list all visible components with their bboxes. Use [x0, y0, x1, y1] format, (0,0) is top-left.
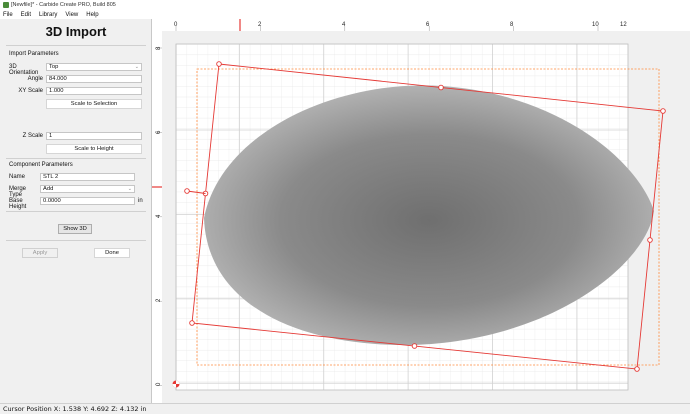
title-bar: [Newfile]* - Carbide Create PRO, Build 8…	[0, 0, 690, 10]
app-icon	[3, 2, 9, 8]
menu-bar: File Edit Library View Help	[0, 10, 690, 19]
left-ruler	[152, 19, 162, 403]
resize-handle[interactable]	[634, 366, 640, 372]
xy-scale-label: XY Scale	[18, 88, 43, 94]
orientation-select[interactable]: Top ⌄	[46, 63, 142, 71]
window-title: [Newfile]* - Carbide Create PRO, Build 8…	[11, 2, 116, 8]
scale-to-selection-button[interactable]: Scale to Selection	[46, 99, 142, 109]
orientation-label: 3D Orientation	[9, 64, 39, 76]
show-3d-button[interactable]: Show 3D	[58, 224, 92, 234]
panel-title: 3D Import	[45, 24, 107, 39]
xy-scale-input[interactable]: 1.000	[46, 87, 142, 95]
name-label: Name	[9, 174, 26, 180]
merge-type-select[interactable]: Add ⌄	[40, 185, 135, 193]
status-bar: Cursor Position X: 1.538 Y: 4.692 Z: 4.1…	[0, 403, 690, 414]
rotate-handle[interactable]	[184, 188, 190, 194]
canvas-svg: 0 2 4 6 8 10 12 8 6 4 2 0	[152, 19, 690, 403]
design-canvas[interactable]: 0 2 4 6 8 10 12 8 6 4 2 0	[152, 19, 690, 403]
merge-type-label: Merge Type	[9, 186, 27, 198]
component-parameters-heading: Component Parameters	[9, 162, 73, 168]
chevron-down-icon: ⌄	[127, 186, 132, 192]
cursor-position: Cursor Position X: 1.538 Y: 4.692 Z: 4.1…	[3, 405, 147, 413]
apply-button[interactable]: Apply	[22, 248, 58, 258]
divider	[6, 240, 146, 241]
x-tick-label: 10	[592, 22, 599, 28]
menu-file[interactable]: File	[3, 12, 13, 18]
origin-icon	[172, 380, 180, 388]
z-scale-input[interactable]: 1	[46, 132, 142, 140]
scale-to-height-button[interactable]: Scale to Height	[46, 144, 142, 154]
base-height-unit: in	[138, 198, 143, 204]
menu-edit[interactable]: Edit	[21, 12, 31, 18]
menu-view[interactable]: View	[65, 12, 78, 18]
menu-library[interactable]: Library	[39, 12, 57, 18]
divider	[6, 45, 146, 46]
angle-input[interactable]: 84.000	[46, 75, 142, 83]
resize-handle[interactable]	[189, 320, 195, 326]
merge-type-value: Add	[43, 186, 54, 192]
import-parameters-heading: Import Parameters	[9, 51, 59, 57]
resize-handle[interactable]	[438, 84, 444, 91]
resize-handle[interactable]	[216, 61, 222, 67]
done-button[interactable]: Done	[94, 248, 130, 258]
base-height-input[interactable]: 0.0000	[40, 197, 135, 205]
top-ruler	[152, 19, 690, 31]
import-panel: 3D Import Import Parameters 3D Orientati…	[0, 19, 152, 403]
z-scale-label: Z Scale	[22, 133, 43, 139]
menu-help[interactable]: Help	[86, 12, 98, 18]
divider	[6, 158, 146, 159]
resize-handle[interactable]	[660, 108, 666, 114]
orientation-value: Top	[49, 64, 59, 70]
resize-handle[interactable]	[647, 237, 653, 243]
angle-label: Angle	[27, 76, 43, 82]
base-height-label: Base Height	[9, 198, 27, 210]
divider	[6, 211, 146, 212]
chevron-down-icon: ⌄	[134, 64, 139, 70]
name-input[interactable]: STL 2	[40, 173, 135, 181]
x-tick-label: 12	[620, 22, 627, 28]
resize-handle[interactable]	[411, 343, 418, 349]
